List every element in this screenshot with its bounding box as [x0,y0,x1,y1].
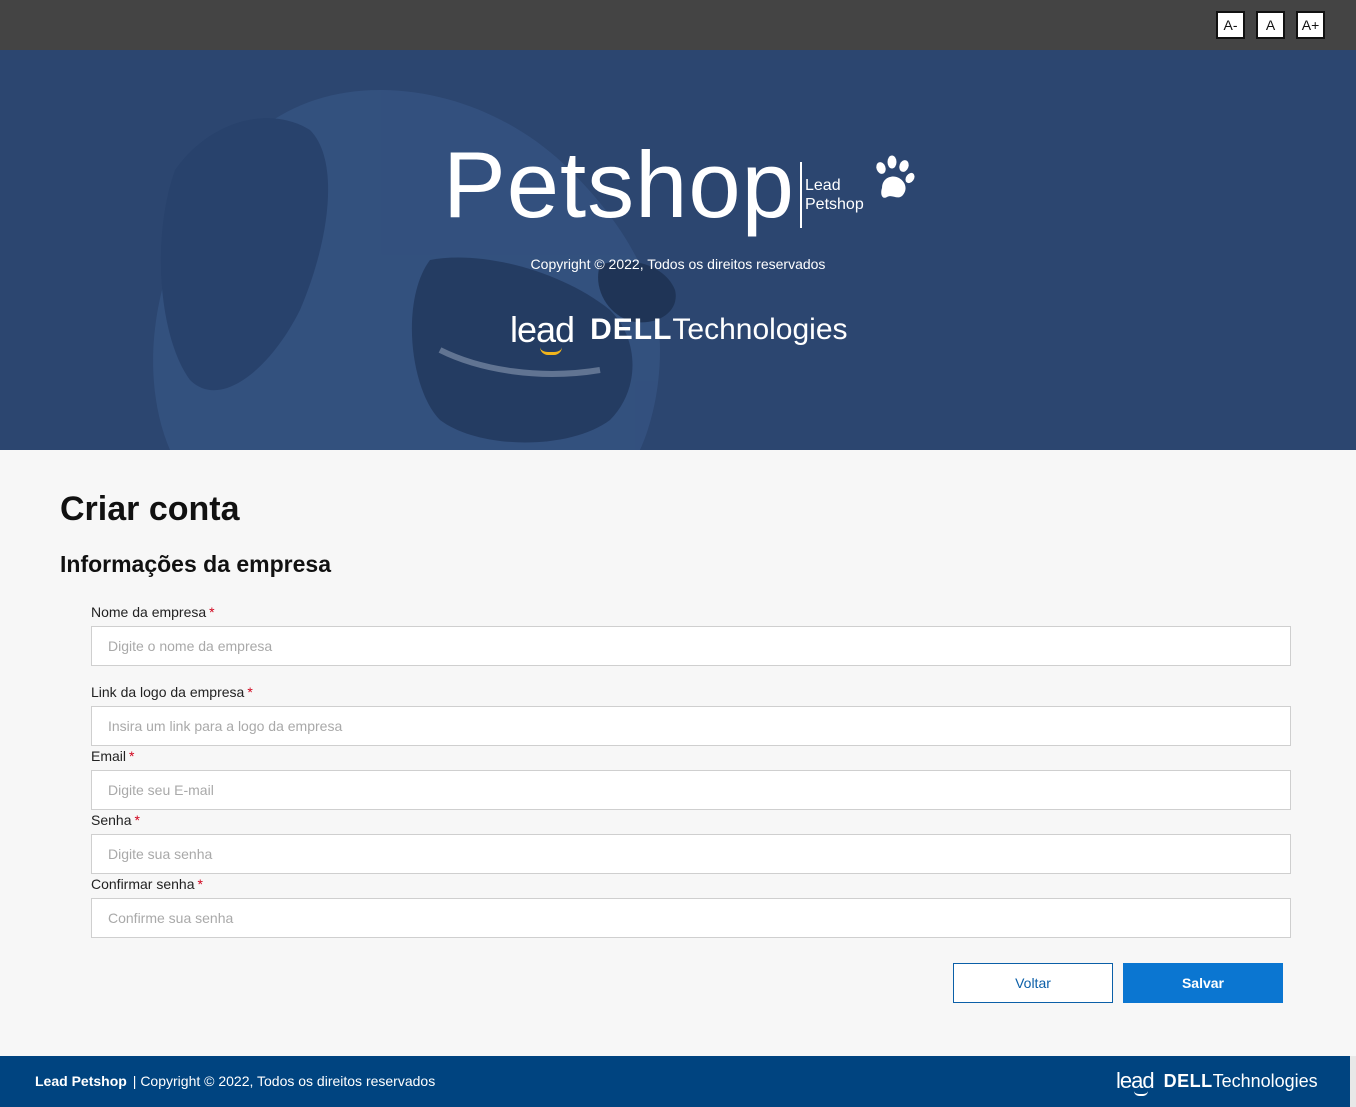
font-normal-button[interactable]: A [1256,11,1285,39]
font-increase-button[interactable]: A+ [1296,11,1325,39]
font-decrease-button[interactable]: A- [1216,11,1245,39]
footer-brand: Lead Petshop [35,1073,127,1089]
save-button[interactable]: Salvar [1123,963,1283,1003]
hero-copyright: Copyright © 2022, Todos os direitos rese… [530,256,826,272]
footer-lead-logo: lead [1116,1068,1155,1096]
lead-logo: lead [510,309,575,355]
confirm-password-input[interactable] [91,898,1291,938]
brand-subtitle: Lead Petshop [805,176,864,214]
brand-title: Petshop [443,132,795,237]
hero-banner: Petshop Lead Petshop Copyright © 2022, T… [0,50,1356,450]
technologies-logo: Technologies [672,313,848,346]
accessibility-bar: A- A A+ [0,0,1356,50]
company-logo-link-input[interactable] [91,706,1291,746]
footer-dell-logo: DELL [1163,1070,1213,1091]
email-input[interactable] [91,770,1291,810]
dell-logo: DELL [590,313,673,346]
footer-partner-logos: lead DELL Technologies [1116,1066,1318,1096]
footer: Lead Petshop | Copyright © 2022, Todos os… [0,1056,1356,1107]
scrollbar-track[interactable] [1350,1056,1356,1107]
password-label: Senha * [91,812,140,828]
partner-logos: lead DELL Technologies [510,305,848,355]
brand-divider [800,162,802,228]
page-title: Criar conta [60,490,240,528]
footer-technologies-logo: Technologies [1212,1070,1318,1091]
back-button[interactable]: Voltar [953,963,1113,1003]
brand-subtitle-line1: Lead [805,177,841,194]
section-title: Informações da empresa [60,551,332,577]
password-input[interactable] [91,834,1291,874]
confirm-password-label: Confirmar senha * [91,876,203,892]
company-name-input[interactable] [91,626,1291,666]
paw-icon [876,155,915,198]
brand-subtitle-line2: Petshop [805,196,864,213]
company-name-label: Nome da empresa * [91,604,215,620]
footer-copyright: Lead Petshop | Copyright © 2022, Todos os… [35,1073,435,1089]
email-label: Email * [91,748,135,764]
dog-background-image [153,90,676,450]
company-logo-link-label: Link da logo da empresa * [91,684,253,700]
footer-copyright-text: | Copyright © 2022, Todos os direitos re… [132,1073,436,1089]
